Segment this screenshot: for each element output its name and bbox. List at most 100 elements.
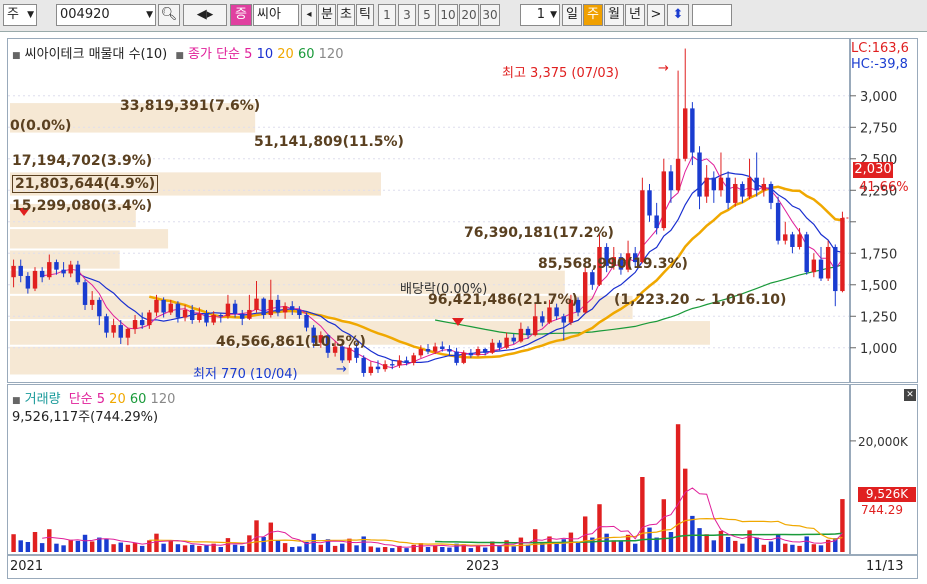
candle-body [368,366,374,373]
candle-body [668,171,674,191]
volume-bar [475,545,481,552]
candle-body [525,328,531,336]
volume-bar [718,530,724,552]
volume-bar [675,424,681,552]
volume-ma-20-line [149,517,843,547]
candle-body [790,234,795,247]
candle-body [182,309,188,318]
volume-bar [625,534,631,552]
candle-body [690,108,695,153]
volume-bar [268,522,274,552]
volume-bar [54,543,59,552]
volume-bar [11,534,16,552]
candle-body [304,315,309,328]
volume-bar [382,547,388,552]
volume-bar [775,534,781,552]
volume-legend: ■ 거래량 단순 5 20 60 120 [12,388,175,407]
candle-body [297,309,302,316]
candle-body [125,328,131,338]
current-price-box: 2,030 [853,162,893,178]
volume-bar [818,545,824,552]
candle-body [640,190,645,263]
candle-body [475,349,481,356]
candle-body [833,246,838,292]
candle-body [461,352,466,363]
volume-bar [118,542,123,552]
x-label-last: 11/13 [866,559,904,574]
volume-bar [668,532,674,552]
low-arrow-icon: → [336,362,347,377]
candle-body [111,325,116,333]
volume-bar [197,545,202,552]
candle-body [39,270,45,278]
candle-body [768,183,774,203]
volume-bar [168,540,173,552]
volume-bar [139,545,145,552]
x-label-2023: 2023 [466,559,500,574]
hc-label: HC:-39,8 [851,57,908,72]
close-icon[interactable]: ✕ [904,389,916,401]
stock-title: 씨아이테크 매물대 수(10) [24,47,168,62]
candle-body [733,183,738,203]
volume-bar [711,540,717,552]
candle-body [390,364,395,366]
volume-ma-5: 5 [96,392,106,407]
candle-body [540,316,545,323]
vp-label-5: 15,299,080(3.4%) [12,198,153,214]
volume-bar [611,540,616,552]
volume-bar [511,546,516,552]
candle-body [518,328,524,342]
candle-body [89,299,95,305]
dividend-label: 배당락(0.00%) [400,282,488,297]
vp-label-2: 51,141,809(11.5%) [254,134,404,150]
candle-body [661,171,667,229]
volume-bar [340,543,345,552]
volume-bar [82,534,88,552]
volume-bar [704,534,709,552]
legend-square-icon: ■ [12,51,21,61]
volume-ma-20: 20 [109,392,126,407]
candle-body [254,298,259,310]
candle-body [175,303,181,318]
candle-body [440,346,445,350]
candle-body [118,325,123,338]
price-ma-10: 10 [256,47,274,62]
vp-label-7: 85,568,990(19.3%) [538,256,688,272]
candle-body [75,264,81,283]
volume-bar [811,544,817,552]
candle-body [840,218,845,292]
volume-bar [497,545,502,552]
candle-body [397,360,402,366]
price-ma-20: 20 [277,47,294,62]
volume-bar [468,548,474,552]
volume-tick-label: 20,000K [858,435,909,449]
volume-bar [89,541,95,552]
volume-bar [275,540,281,552]
candle-body [197,313,202,321]
legend-square-icon: ■ [175,51,184,61]
volume-bar [425,547,431,552]
volume-bar [247,535,252,552]
candle-body [211,315,216,323]
candle-body [47,262,52,278]
candle-body [218,315,224,317]
volume-bar [561,539,566,552]
volume-bar [189,544,195,552]
vp-label-9: 46,566,861(10.5%) [216,334,366,350]
candle-body [711,177,717,191]
vp-label-0: 33,819,391(7.6%) [120,98,261,114]
volume-bar [632,543,638,552]
candle-body [204,313,209,323]
candle-body [82,282,88,305]
candle-body [783,234,788,241]
volume-current-pct: 744.29 [861,503,903,517]
volume-bar [161,543,166,552]
volume-current-label: 9,526,117주(744.29%) [12,410,159,425]
volume-bar [132,543,138,552]
candle-body [132,320,138,329]
candle-body [547,307,552,323]
candle-body [161,299,166,313]
volume-bar [790,544,795,552]
candle-body [411,355,416,363]
candle-body [139,320,145,326]
